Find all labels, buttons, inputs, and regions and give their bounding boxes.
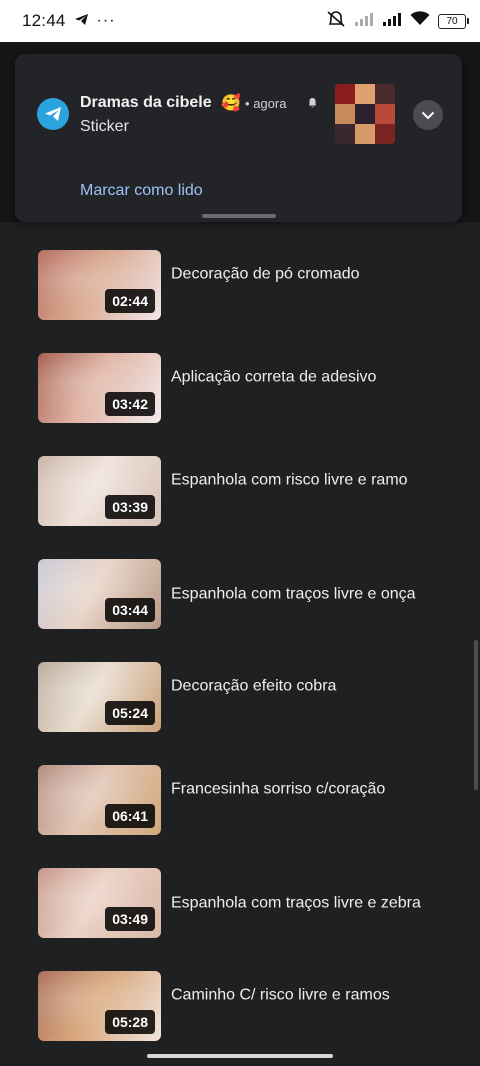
duration-badge: 06:41 <box>105 804 155 828</box>
more-notifications-icon: ··· <box>96 12 116 29</box>
video-thumbnail[interactable]: 03:42 <box>38 353 161 423</box>
video-thumbnail[interactable]: 03:39 <box>38 456 161 526</box>
video-thumbnail[interactable]: 06:41 <box>38 765 161 835</box>
telegram-icon <box>37 98 69 130</box>
video-item[interactable]: 03:49 Espanhola com traços livre e zebra <box>0 858 480 938</box>
duration-badge: 03:42 <box>105 392 155 416</box>
telegram-status-icon <box>74 11 89 31</box>
notification-time: • agora <box>245 96 286 111</box>
wifi-icon <box>410 11 430 31</box>
scrollbar[interactable] <box>474 640 478 790</box>
video-item[interactable]: 02:44 Decoração de pó cromado <box>0 240 480 320</box>
battery-level: 70 <box>446 15 458 27</box>
video-item[interactable]: 03:39 Espanhola com risco livre e ramo <box>0 446 480 526</box>
duration-badge: 03:49 <box>105 907 155 931</box>
notification-subtitle: Sticker <box>80 118 129 135</box>
clock: 12:44 <box>22 11 66 30</box>
video-title[interactable]: Espanhola com traços livre e zebra <box>171 893 431 914</box>
do-not-disturb-icon <box>326 10 346 33</box>
chevron-down-icon <box>421 111 435 119</box>
duration-badge: 03:44 <box>105 598 155 622</box>
telegram-notification[interactable]: Dramas da cibele 🥰 • agora Sticker Marca… <box>15 54 462 222</box>
video-thumbnail[interactable]: 03:44 <box>38 559 161 629</box>
video-title[interactable]: Francesinha sorriso c/coração <box>171 779 431 800</box>
signal-weak-icon <box>354 11 374 31</box>
video-item[interactable]: 05:28 Caminho C/ risco livre e ramos <box>0 961 480 1041</box>
video-thumbnail[interactable]: 05:28 <box>38 971 161 1041</box>
notification-title: Dramas da cibele <box>80 94 212 111</box>
separator-dot: • <box>245 96 250 111</box>
video-item[interactable]: 06:41 Francesinha sorriso c/coração <box>0 755 480 835</box>
duration-badge: 05:28 <box>105 1010 155 1034</box>
video-title[interactable]: Espanhola com traços livre e onça <box>171 584 431 605</box>
video-thumbnail[interactable]: 05:24 <box>38 662 161 732</box>
notification-emoji: 🥰 <box>221 95 241 112</box>
video-item[interactable]: 05:24 Decoração efeito cobra <box>0 652 480 732</box>
battery-icon: 70 <box>438 13 469 29</box>
mark-as-read-button[interactable]: Marcar como lido <box>80 182 203 200</box>
alert-bell-icon <box>307 97 318 111</box>
video-title[interactable]: Espanhola com risco livre e ramo <box>171 470 431 491</box>
notification-drag-handle[interactable] <box>202 214 276 218</box>
status-bar: 12:44 ··· 70 <box>0 0 480 42</box>
video-item[interactable]: 03:44 Espanhola com traços livre e onça <box>0 549 480 629</box>
video-title[interactable]: Decoração efeito cobra <box>171 676 431 697</box>
duration-badge: 05:24 <box>105 701 155 725</box>
video-title[interactable]: Aplicação correta de adesivo <box>171 367 431 388</box>
video-thumbnail[interactable]: 02:44 <box>38 250 161 320</box>
sticker-thumbnail <box>335 84 395 144</box>
video-item[interactable]: 03:42 Aplicação correta de adesivo <box>0 343 480 423</box>
video-title[interactable]: Decoração de pó cromado <box>171 264 431 285</box>
duration-badge: 02:44 <box>105 289 155 313</box>
video-title[interactable]: Caminho C/ risco livre e ramos <box>171 985 431 1006</box>
notification-time-text: agora <box>253 96 287 111</box>
video-thumbnail[interactable]: 03:49 <box>38 868 161 938</box>
duration-badge: 03:39 <box>105 495 155 519</box>
expand-notification-button[interactable] <box>413 100 443 130</box>
gesture-navigation-bar[interactable] <box>147 1054 333 1058</box>
signal-strong-icon <box>382 11 402 31</box>
